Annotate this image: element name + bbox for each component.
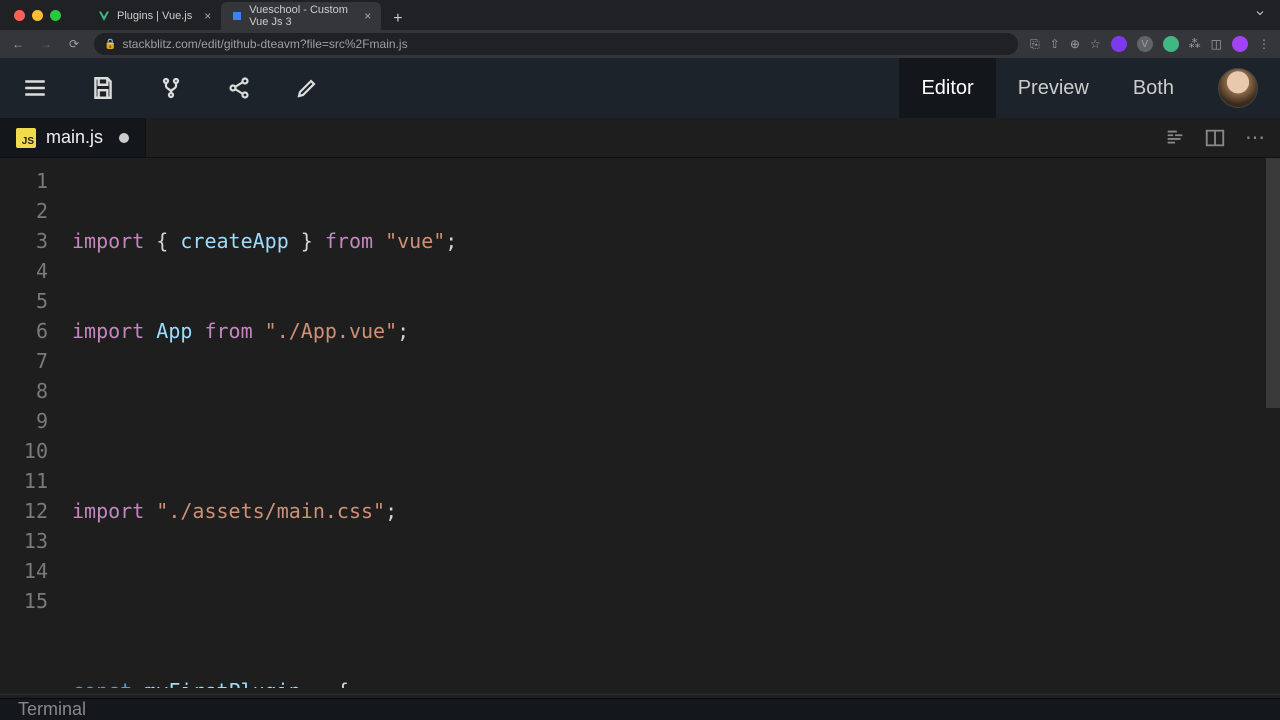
view-tab-preview[interactable]: Preview (996, 58, 1111, 118)
minimap[interactable] (1266, 158, 1280, 688)
view-tab-both[interactable]: Both (1111, 58, 1196, 118)
bookmark-icon[interactable]: ☆ (1090, 37, 1101, 51)
install-icon[interactable]: ⎘ (1030, 37, 1040, 52)
unsaved-indicator-icon (119, 133, 129, 143)
share-icon[interactable]: ⇧ (1050, 37, 1060, 51)
save-button[interactable] (90, 75, 116, 101)
reload-button[interactable]: ⟳ (66, 37, 82, 51)
url-text: stackblitz.com/edit/github-dteavm?file=s… (122, 37, 407, 51)
browser-tab-title: Vueschool - Custom Vue Js 3 (249, 4, 352, 28)
editor-tabs: JS main.js ⋯ (0, 118, 1280, 158)
file-tab-name: main.js (46, 127, 103, 148)
vueschool-favicon-icon (231, 9, 243, 23)
address-bar[interactable]: 🔒 stackblitz.com/edit/github-dteavm?file… (94, 33, 1018, 55)
extensions-menu-icon[interactable]: ⁂ (1189, 37, 1201, 51)
sidepanel-icon[interactable]: ◫ (1211, 37, 1222, 51)
tabstrip-chevron-icon[interactable] (1248, 6, 1272, 24)
view-tabs: Editor Preview Both (899, 58, 1196, 118)
extension-icon[interactable] (1111, 36, 1127, 52)
app-toolbar: Editor Preview Both (0, 58, 1280, 118)
split-editor-icon[interactable] (1204, 127, 1226, 149)
prettier-icon[interactable] (1164, 127, 1186, 149)
tab-close-icon[interactable]: × (204, 9, 211, 23)
more-actions-icon[interactable]: ⋯ (1244, 127, 1266, 149)
extension-icon[interactable]: V (1137, 36, 1153, 52)
browser-tabs: Plugins | Vue.js × Vueschool - Custom Vu… (87, 0, 409, 30)
kebab-menu-icon[interactable]: ⋮ (1258, 37, 1270, 51)
js-file-icon: JS (16, 128, 36, 148)
toolbar-actions: ⎘ ⇧ ⊕ ☆ V ⁂ ◫ ⋮ (1030, 36, 1270, 52)
edit-button[interactable] (294, 75, 320, 101)
menu-button[interactable] (22, 75, 48, 101)
window-controls (8, 10, 67, 21)
terminal-label: Terminal (18, 699, 86, 720)
code-content[interactable]: import { createApp } from "vue"; import … (72, 166, 1280, 688)
tab-close-icon[interactable]: × (364, 9, 371, 23)
maximize-window-icon[interactable] (50, 10, 61, 21)
browser-tabstrip: Plugins | Vue.js × Vueschool - Custom Vu… (0, 0, 1280, 30)
browser-tab-title: Plugins | Vue.js (117, 10, 192, 22)
profile-avatar-icon[interactable] (1232, 36, 1248, 52)
share-button[interactable] (226, 75, 252, 101)
terminal-panel-header[interactable]: Terminal (0, 698, 1280, 720)
extension-icon[interactable] (1163, 36, 1179, 52)
browser-toolbar: ← → ⟳ 🔒 stackblitz.com/edit/github-dteav… (0, 30, 1280, 58)
back-button[interactable]: ← (10, 37, 26, 51)
code-editor[interactable]: 123456789101112131415 import { createApp… (0, 158, 1280, 688)
close-window-icon[interactable] (14, 10, 25, 21)
file-tab-main-js[interactable]: JS main.js (0, 118, 146, 157)
new-tab-button[interactable]: + (387, 8, 408, 30)
zoom-icon[interactable]: ⊕ (1070, 37, 1080, 51)
minimize-window-icon[interactable] (32, 10, 43, 21)
fork-button[interactable] (158, 75, 184, 101)
forward-button[interactable]: → (38, 37, 54, 51)
vue-favicon-icon (97, 9, 111, 23)
browser-tab-vuejs[interactable]: Plugins | Vue.js × (87, 2, 221, 30)
user-avatar[interactable] (1218, 68, 1258, 108)
lock-icon: 🔒 (104, 39, 116, 50)
line-gutter: 123456789101112131415 (0, 166, 72, 688)
browser-tab-vueschool[interactable]: Vueschool - Custom Vue Js 3 × (221, 2, 381, 30)
view-tab-editor[interactable]: Editor (899, 58, 995, 118)
